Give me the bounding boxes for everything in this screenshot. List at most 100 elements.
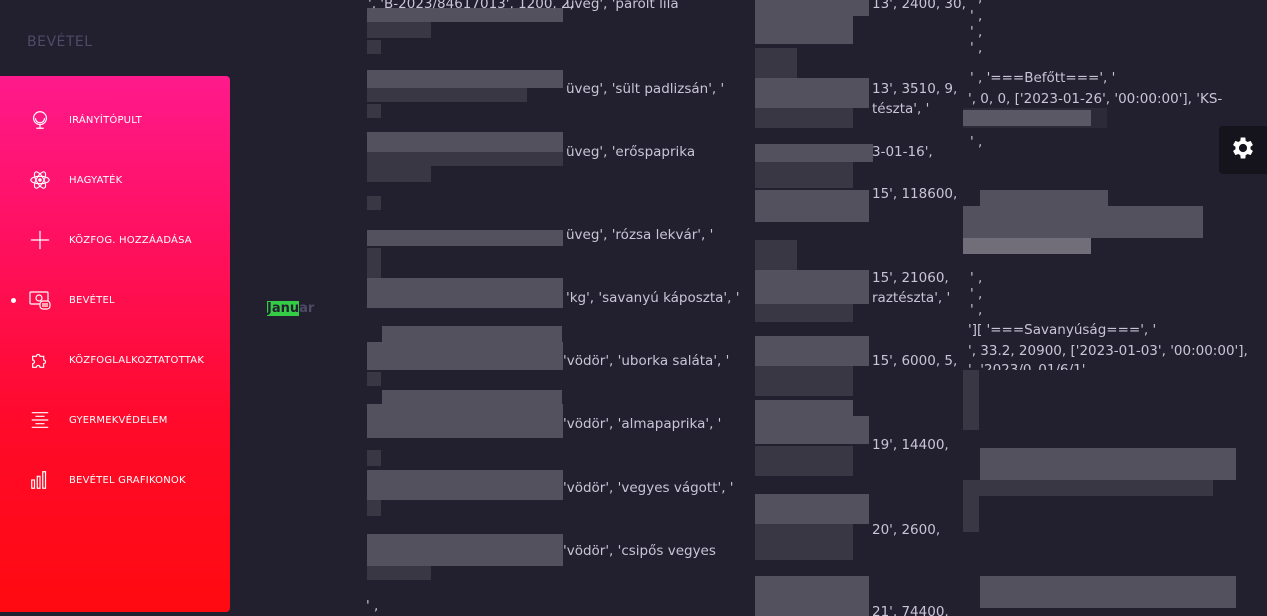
detail-line: ' , '===Befőtt===', ' — [970, 70, 1116, 86]
value-line: 15', 118600, — [872, 186, 958, 202]
sidebar-item-label: IRÁNYÍTÓPULT — [69, 114, 142, 126]
redacted-block — [367, 132, 563, 152]
sidebar-item-bevetel-grafikonok[interactable]: BEVÉTEL GRAFIKONOK — [0, 460, 230, 500]
product-line: üveg', 'rózsa lekvár', ' — [566, 227, 714, 243]
redacted-block — [382, 390, 562, 404]
detail-line: ', 0, 0, ['2023-01-26', '00:00:00'], 'KS… — [968, 91, 1223, 107]
detail-line: ', '2023/0_01/6/1' , — [968, 362, 1094, 370]
redacted-block — [963, 480, 1213, 496]
month-rest: ar — [299, 301, 315, 316]
redacted-block — [755, 336, 869, 366]
sidebar-item-bevetel[interactable]: BEVÉTEL — [0, 280, 230, 320]
bar-chart-icon — [28, 468, 52, 492]
detail-line: '][ '===Savanyúság===', ' — [968, 322, 1157, 338]
redacted-block — [755, 576, 869, 616]
redacted-block — [367, 88, 527, 102]
redacted-block — [367, 8, 563, 22]
redacted-block — [367, 22, 431, 38]
redacted-block — [755, 446, 853, 476]
plus-icon — [28, 228, 52, 252]
redacted-block — [755, 416, 869, 444]
redacted-block — [367, 104, 381, 118]
redacted-block — [367, 534, 563, 566]
value-line: 15', 21060, — [872, 270, 949, 286]
sidebar-item-label: HAGYATÉK — [69, 174, 123, 186]
redacted-block — [963, 206, 1203, 238]
atom-icon — [28, 168, 52, 192]
redacted-block — [367, 248, 381, 278]
product-line: üveg', 'párolt lila — [566, 0, 679, 12]
redacted-block — [367, 152, 563, 166]
redacted-block — [367, 404, 563, 438]
sidebar-item-label: BEVÉTEL GRAFIKONOK — [69, 474, 186, 486]
value-line: 20', 2600, — [872, 522, 941, 538]
sidebar-item-gyermekvedelem[interactable]: GYERMEKVÉDELEM — [0, 400, 230, 440]
redacted-block — [963, 370, 979, 430]
value-line: 15', 6000, 5, — [872, 353, 958, 369]
redacted-block — [367, 342, 563, 370]
settings-button[interactable] — [1219, 126, 1267, 174]
sidebar: IRÁNYÍTÓPULT HAGYATÉK KÖZFOG. HOZZÁADÁSA… — [0, 76, 230, 612]
redacted-block — [367, 470, 563, 500]
active-indicator — [11, 297, 16, 303]
detail-line: ' , — [970, 8, 983, 24]
product-line: üveg', 'sült padlizsán', ' — [566, 81, 725, 97]
value-line: raztészta', ' — [872, 290, 951, 306]
redacted-block — [367, 372, 381, 386]
product-line: 'kg', 'savanyú káposzta', ' — [566, 290, 740, 306]
sidebar-item-label: GYERMEKVÉDELEM — [69, 414, 168, 426]
redacted-block — [367, 230, 563, 246]
sidebar-item-label: KÖZFOGLALKOZTATOTTAK — [69, 354, 205, 366]
redacted-block — [755, 16, 853, 44]
redacted-block — [367, 70, 563, 88]
sidebar-item-label: BEVÉTEL — [69, 294, 115, 306]
sidebar-item-iranyitopult[interactable]: IRÁNYÍTÓPULT — [0, 100, 230, 140]
redacted-block — [980, 190, 1108, 206]
redacted-block — [367, 450, 381, 466]
redacted-block — [367, 166, 431, 182]
detail-line: ', 33.2, 20900, ['2023-01-03', '00:00:00… — [968, 343, 1248, 359]
product-line: üveg', 'erőspaprika — [566, 144, 696, 160]
redacted-block — [755, 494, 869, 524]
brand-title: BEVÉTEL — [27, 34, 93, 50]
detail-line: ' , — [970, 286, 983, 302]
sidebar-item-label: KÖZFOG. HOZZÁADÁSA — [69, 234, 192, 246]
globe-icon — [28, 108, 52, 132]
redacted-block — [755, 78, 869, 108]
sidebar-item-kozfoglalkoztatottak[interactable]: KÖZFOGLALKOZTATOTTAK — [0, 340, 230, 380]
sidebar-item-kozfog-hozzaadasa[interactable]: KÖZFOG. HOZZÁADÁSA — [0, 220, 230, 260]
value-line: tészta', ' — [872, 101, 930, 117]
sidebar-item-hagyatek[interactable]: HAGYATÉK — [0, 160, 230, 200]
redacted-block — [367, 196, 381, 210]
product-line: 'vödör', 'csipős vegyes — [563, 543, 716, 559]
detail-line: ' , ' — [970, 0, 990, 6]
money-icon — [28, 288, 52, 312]
detail-line: ' , — [970, 134, 983, 150]
value-line: 13', 3510, 9, — [872, 81, 958, 97]
redacted-block — [367, 566, 431, 580]
value-line: 19', 14400, — [872, 437, 949, 453]
redacted-block — [367, 278, 563, 308]
product-line: 'vödör', 'almapaprika', ' — [563, 416, 722, 432]
redacted-block — [382, 326, 562, 342]
redacted-block — [367, 40, 381, 54]
product-line: 'vödör', 'vegyes vágott', ' — [563, 480, 734, 496]
redacted-block — [755, 270, 869, 304]
month-highlight: Janu — [267, 301, 300, 316]
redacted-block — [980, 576, 1236, 608]
redacted-block — [755, 400, 853, 416]
redacted-block — [755, 162, 853, 188]
product-line: 'vödör', 'uborka saláta', ' — [563, 353, 730, 369]
align-center-icon — [28, 408, 52, 432]
detail-line: ' , — [970, 24, 983, 40]
redacted-block — [755, 524, 853, 560]
col1-line: ' , — [366, 598, 379, 614]
detail-line: ' , — [970, 270, 983, 286]
detail-line: ' , — [970, 302, 983, 318]
redacted-block — [755, 366, 853, 396]
redacted-block — [980, 448, 1236, 480]
redacted-block — [755, 144, 873, 162]
month-label: Januar — [267, 301, 314, 316]
redacted-block — [963, 496, 979, 532]
redacted-block — [963, 238, 1091, 254]
